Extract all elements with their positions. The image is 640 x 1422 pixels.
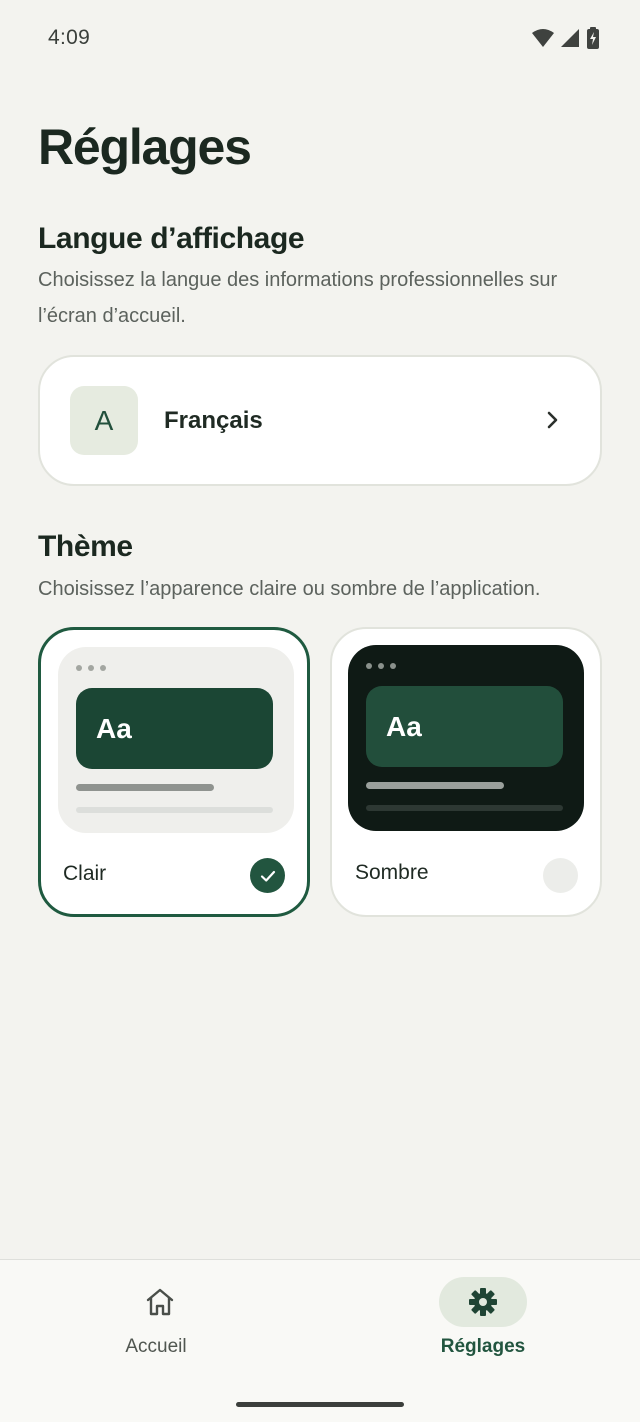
theme-option-label: Sombre [355, 861, 429, 884]
wifi-icon [532, 29, 554, 47]
theme-preview-light: Aa [58, 647, 294, 833]
battery-charging-icon [587, 27, 599, 49]
theme-preview-dark: Aa [348, 645, 584, 831]
preview-line [366, 782, 504, 789]
theme-option-light[interactable]: Aa Clair [38, 627, 310, 917]
gear-icon [469, 1288, 497, 1316]
unselected-radio [543, 858, 578, 893]
chevron-right-icon [547, 411, 558, 429]
preview-dots [366, 663, 396, 669]
selected-check-icon [250, 858, 285, 893]
language-section-description: Choisissez la langue des informations pr… [38, 269, 558, 327]
preview-line [76, 784, 214, 791]
nav-item-home[interactable]: Accueil [0, 1260, 320, 1380]
status-bar: 4:09 [0, 0, 640, 76]
nav-item-settings[interactable]: Réglages [320, 1260, 640, 1380]
page-title: Réglages [38, 119, 252, 175]
preview-text-block: Aa [366, 686, 563, 767]
status-icons [532, 26, 600, 50]
nav-label: Réglages [440, 1336, 526, 1357]
bottom-navigation: Accueil Réglages [0, 1259, 640, 1422]
preview-text-block: Aa [76, 688, 273, 769]
nav-pill [116, 1277, 204, 1327]
preview-line [76, 807, 273, 813]
theme-option-dark[interactable]: Aa Sombre [330, 627, 602, 917]
language-avatar: A [70, 386, 138, 455]
preview-dots [76, 665, 106, 671]
language-current-label: Français [164, 406, 263, 434]
cell-signal-icon [561, 29, 579, 47]
language-section-title: Langue d’affichage [38, 222, 305, 255]
nav-label: Accueil [125, 1336, 187, 1357]
status-time: 4:09 [48, 26, 91, 49]
language-selector[interactable]: A Français [38, 355, 602, 486]
theme-option-label: Clair [63, 862, 107, 885]
home-icon [146, 1288, 174, 1316]
preview-line [366, 805, 563, 811]
gesture-bar[interactable] [236, 1402, 404, 1407]
nav-pill-active [439, 1277, 527, 1327]
theme-section-title: Thème [38, 530, 133, 563]
theme-section-description: Choisissez l’apparence claire ou sombre … [38, 578, 541, 600]
